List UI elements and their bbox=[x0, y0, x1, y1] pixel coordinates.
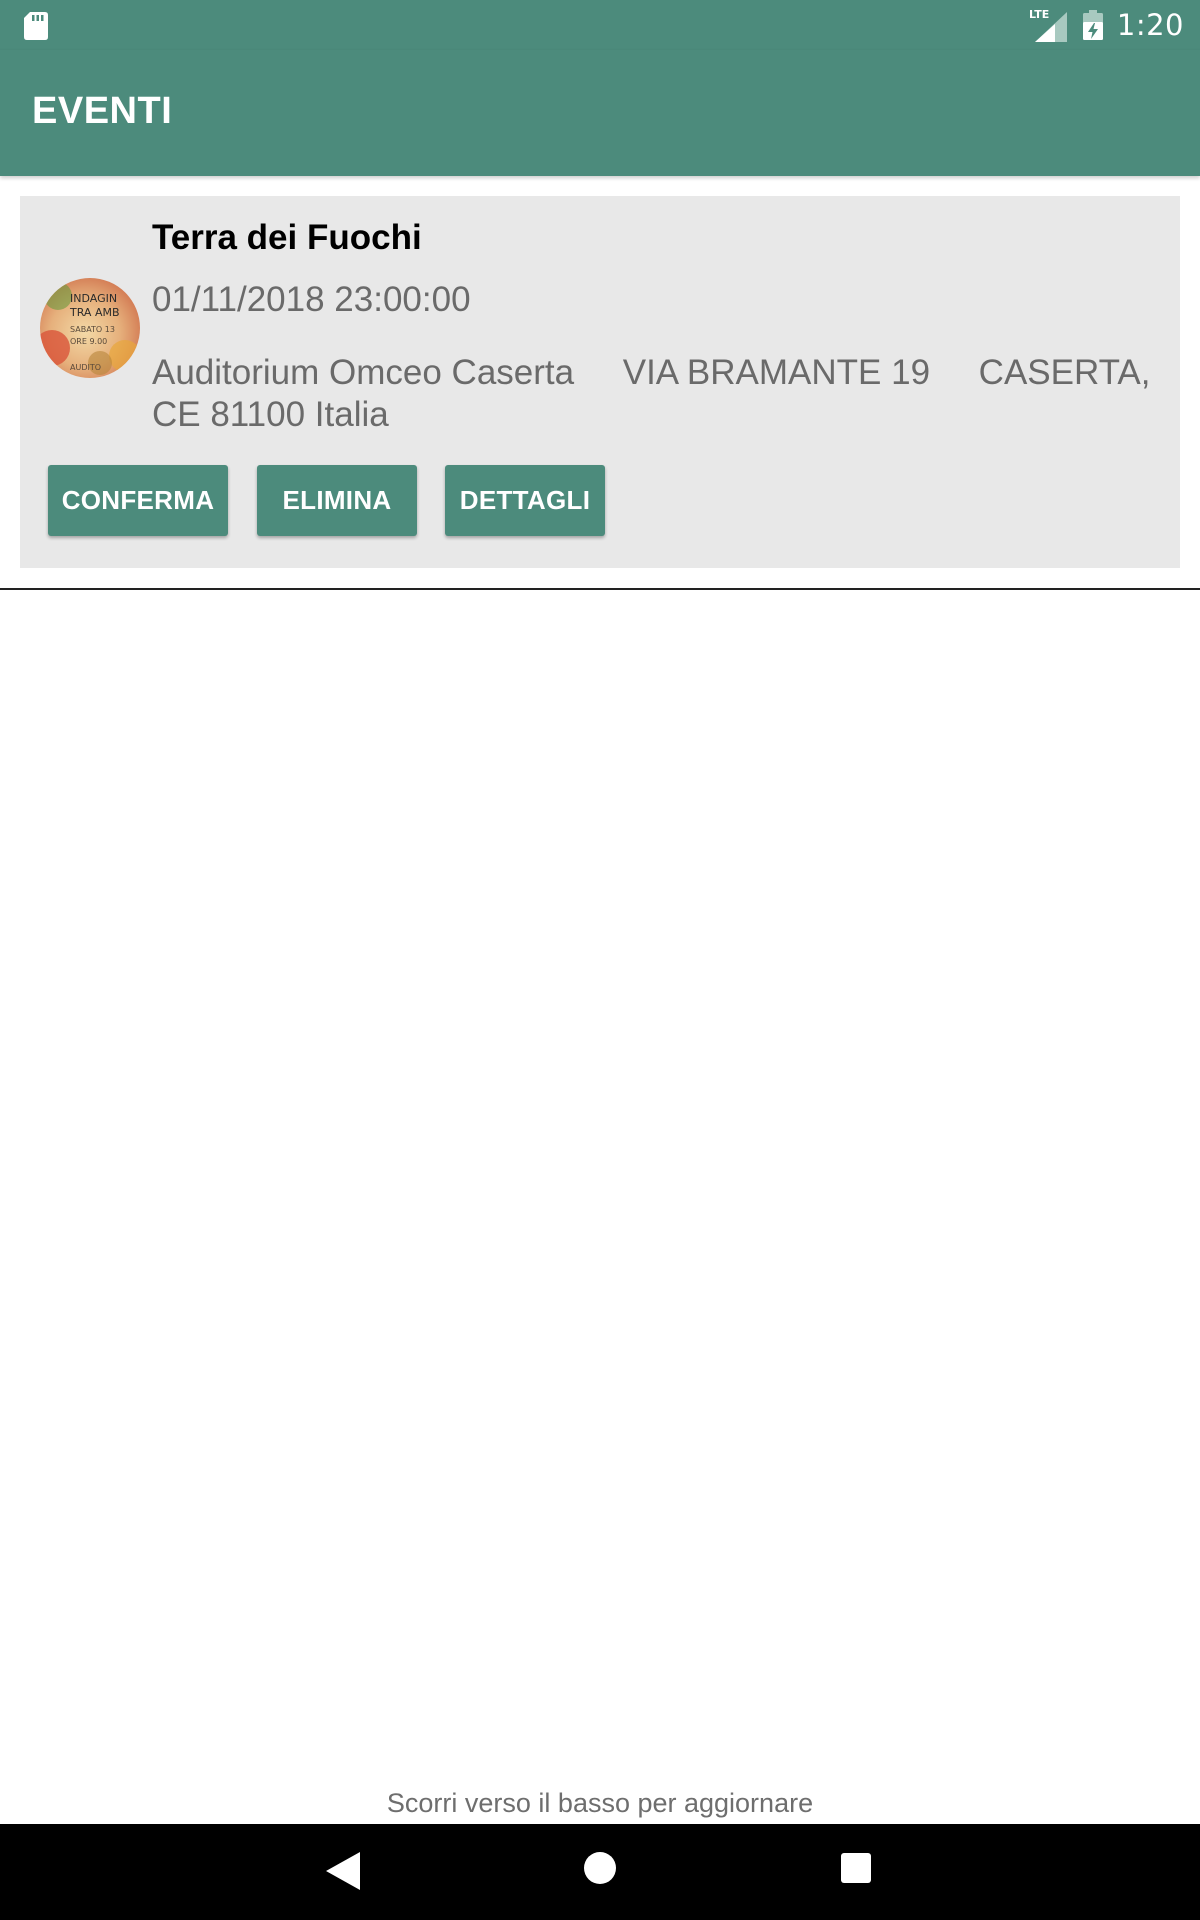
event-thumbnail-image: INDAGIN TRA AMB SABATO 13 ORE 9.00 AUDIT… bbox=[40, 278, 140, 378]
status-bar: LTE 1:20 bbox=[0, 0, 1200, 50]
svg-text:INDAGIN: INDAGIN bbox=[70, 292, 117, 305]
svg-text:ORE 9.00: ORE 9.00 bbox=[70, 337, 107, 346]
sd-card-icon bbox=[24, 12, 48, 40]
lte-label: LTE bbox=[1029, 8, 1049, 21]
navigation-bar bbox=[0, 1824, 1200, 1920]
signal-icon: LTE bbox=[1029, 8, 1067, 42]
page-title: EVENTI bbox=[32, 90, 173, 132]
home-circle-icon[interactable] bbox=[584, 1852, 616, 1884]
svg-text:AUDITO: AUDITO bbox=[70, 363, 101, 372]
event-thumbnail: INDAGIN TRA AMB SABATO 13 ORE 9.00 AUDIT… bbox=[40, 278, 140, 378]
app-bar: EVENTI bbox=[0, 50, 1200, 176]
battery-charging-icon bbox=[1082, 10, 1103, 40]
status-icons: LTE 1:20 bbox=[1029, 0, 1184, 50]
delete-button[interactable]: ELIMINA bbox=[257, 465, 417, 536]
confirm-button[interactable]: CONFERMA bbox=[48, 465, 228, 536]
list-divider bbox=[0, 588, 1200, 590]
status-time: 1:20 bbox=[1116, 8, 1184, 42]
back-triangle-icon[interactable] bbox=[326, 1852, 360, 1890]
pull-to-refresh-hint: Scorri verso il basso per aggiornare bbox=[386, 1788, 814, 1818]
recent-apps-square-icon[interactable] bbox=[841, 1853, 871, 1883]
svg-text:TRA AMB: TRA AMB bbox=[69, 306, 120, 319]
event-date: 01/11/2018 23:00:00 bbox=[152, 280, 471, 319]
event-location: Auditorium Omceo Caserta VIA BRAMANTE 19… bbox=[152, 353, 1161, 434]
svg-text:SABATO 13: SABATO 13 bbox=[70, 325, 115, 334]
event-card[interactable]: INDAGIN TRA AMB SABATO 13 ORE 9.00 AUDIT… bbox=[20, 196, 1180, 568]
details-button[interactable]: DETTAGLI bbox=[445, 465, 605, 536]
event-title: Terra dei Fuochi bbox=[152, 218, 422, 257]
